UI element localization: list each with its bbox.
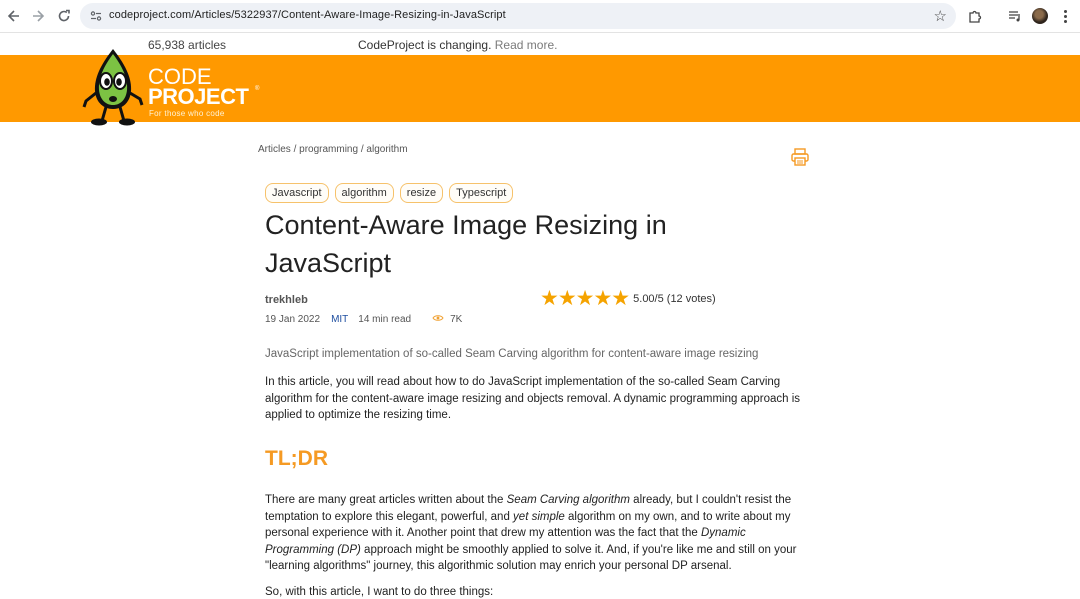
breadcrumb: Articles / programming / algorithm [258,144,408,155]
intro-paragraph: In this article, you will read about how… [265,376,801,421]
breadcrumb-programming[interactable]: programming [299,144,358,155]
url-text: codeproject.com/Articles/5322937/Content… [109,9,506,21]
extensions-puzzle-icon[interactable] [966,7,984,25]
breadcrumb-algorithm[interactable]: algorithm [366,144,407,155]
site-settings-icon[interactable] [88,8,104,24]
browser-toolbar: codeproject.com/Articles/5322937/Content… [0,0,1080,33]
text-run: There are many great articles written ab… [265,494,507,506]
read-more-link[interactable]: Read more. [495,38,558,52]
site-notice: CodeProject is changing. Read more. [358,38,557,52]
printer-icon[interactable] [790,147,810,167]
emphasis-text: Seam Carving algorithm [506,494,630,506]
article-meta: 19 Jan 2022 MIT 14 min read 7K [265,314,462,325]
tldr-heading: TL;DR [265,447,328,470]
back-arrow-icon[interactable] [4,6,24,26]
rating-text: 5.00/5 (12 votes) [633,293,716,305]
body-paragraph-2: So, with this article, I want to do thre… [265,586,494,598]
forward-arrow-icon[interactable] [28,6,48,26]
bookmark-star-icon[interactable]: ☆ [934,7,947,25]
logo-registered-mark: ® [255,86,260,92]
reload-icon[interactable] [54,6,74,26]
notice-text: CodeProject is changing. [358,38,492,52]
read-time: 14 min read [358,314,412,325]
tag-javascript[interactable]: Javascript [265,183,329,203]
profile-avatar[interactable] [1032,8,1048,24]
logo-tagline: For those who code [149,109,225,118]
publish-date: 19 Jan 2022 [265,314,321,325]
logo-project-text: PROJECT [148,84,249,109]
rating: ★★★★★ 5.00/5 (12 votes) [540,288,716,310]
license-link[interactable]: MIT [331,314,348,325]
author-name[interactable]: trekhleb [265,294,308,306]
view-count: 7K [450,314,463,325]
bob-mascot-logo[interactable] [82,47,144,127]
tag-resize[interactable]: resize [399,183,444,203]
media-queue-icon[interactable] [1006,7,1024,25]
emphasis-text: yet simple [513,510,565,523]
rating-stars[interactable]: ★★★★★ [540,288,630,310]
browser-menu-icon[interactable] [1058,6,1072,26]
eye-icon [432,314,444,325]
article-subtitle: JavaScript implementation of so-called S… [265,348,759,360]
breadcrumb-articles[interactable]: Articles [258,144,291,155]
body-paragraph: There are many great articles written ab… [265,492,805,575]
tag-typescript[interactable]: Typescript [449,183,514,203]
address-bar[interactable]: codeproject.com/Articles/5322937/Content… [80,3,956,29]
breadcrumb-separator: / [290,144,300,155]
article-title: Content-Aware Image Resizing in JavaScri… [265,210,667,278]
site-top-strip: 65,938 articles CodeProject is changing.… [0,34,1080,55]
article-count: 65,938 articles [148,38,227,52]
tag-list: Javascript algorithm resize Typescript [265,183,514,203]
tag-algorithm[interactable]: algorithm [334,183,394,203]
